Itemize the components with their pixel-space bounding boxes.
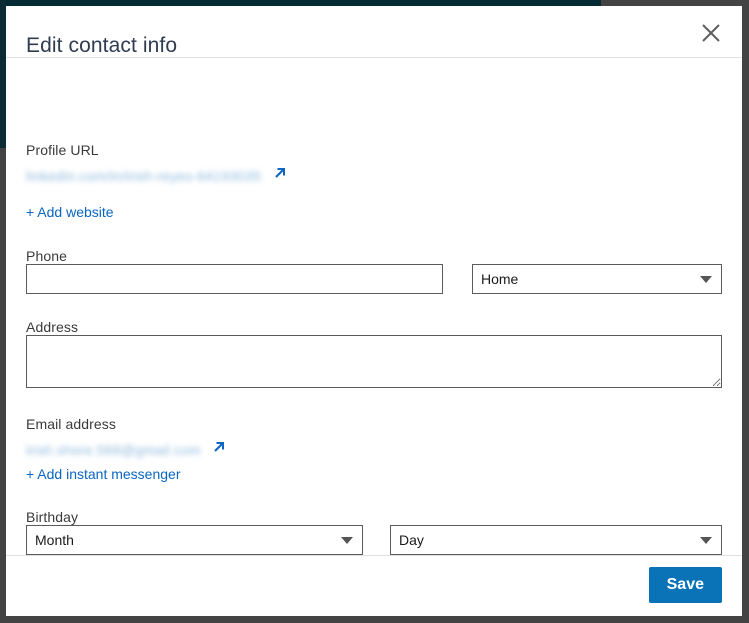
close-button[interactable] <box>694 16 728 50</box>
phone-type-select-value[interactable]: Home <box>472 264 722 294</box>
page-title: Edit contact info <box>26 34 178 58</box>
dialog-footer: Save <box>6 555 742 616</box>
save-button[interactable]: Save <box>648 567 722 603</box>
email-address-link[interactable]: irish.shore.568@gmail.com <box>26 442 201 458</box>
browser-window-frame: Edit contact info Profile URL linkedin.c… <box>0 0 749 623</box>
dialog-header: Edit contact info <box>6 6 742 58</box>
email-address-label: Email address <box>26 416 117 432</box>
close-icon <box>700 22 722 44</box>
birthday-month-select[interactable]: Month <box>26 525 363 555</box>
external-link-arrow-icon[interactable] <box>211 439 227 460</box>
profile-url-value-row: linkedin.com/in/irish-reyes-64193035 <box>26 165 288 186</box>
add-website-link[interactable]: + Add website <box>26 204 114 220</box>
profile-url-link[interactable]: linkedin.com/in/irish-reyes-64193035 <box>26 168 261 184</box>
edit-contact-info-dialog: Edit contact info Profile URL linkedin.c… <box>6 6 742 616</box>
add-instant-messenger-link[interactable]: + Add instant messenger <box>26 466 181 482</box>
profile-url-label: Profile URL <box>26 142 99 158</box>
phone-label: Phone <box>26 248 67 264</box>
address-textarea[interactable] <box>26 335 722 388</box>
phone-input[interactable] <box>26 264 443 294</box>
birthday-month-select-value[interactable]: Month <box>26 525 363 555</box>
birthday-day-select[interactable]: Day <box>390 525 722 555</box>
address-label: Address <box>26 319 79 335</box>
dialog-content: Profile URL linkedin.com/in/irish-reyes-… <box>6 58 742 555</box>
birthday-label: Birthday <box>26 509 79 525</box>
window-edge-right-gray <box>742 0 749 623</box>
birthday-day-select-value[interactable]: Day <box>390 525 722 555</box>
phone-type-select[interactable]: Home <box>472 264 722 294</box>
email-address-value-row: irish.shore.568@gmail.com <box>26 439 227 460</box>
external-link-arrow-icon[interactable] <box>272 165 288 186</box>
window-edge-bottom-gray <box>0 616 749 623</box>
